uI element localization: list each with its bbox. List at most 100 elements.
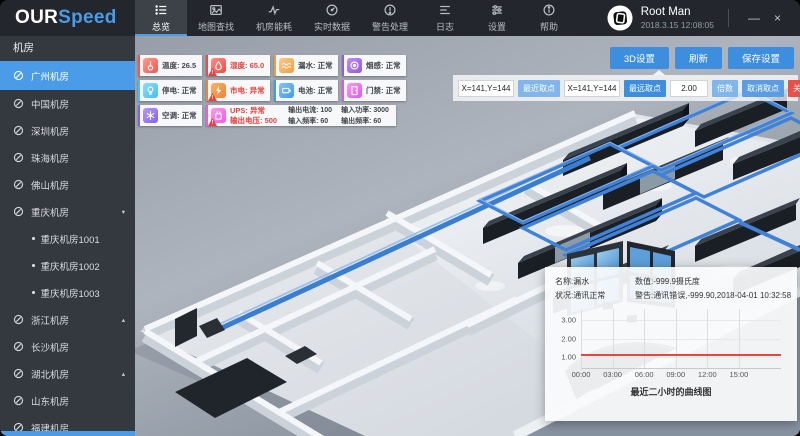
sidebar-item-label: 重庆机房1001 [41,232,100,246]
tab-label: 机房能耗 [256,20,292,33]
chart-y-gridline [581,320,781,321]
minimize-button[interactable]: — [741,7,767,29]
cancel-picking-button[interactable]: 取消取点 [742,80,784,97]
main-nav: 总览 地图查找 机房能耗 实时数据 警告处理 日志 [135,0,575,36]
overview-list-icon [154,3,168,17]
tab-logs[interactable]: 日志 [419,0,471,36]
status-badges: 温度: 26.5 ! 湿度: 65.0 漏水: 正常 烟感: 正常 [138,55,406,130]
close-settings-button[interactable]: 关闭设置 [788,80,800,97]
sidebar-item-room[interactable]: 中国机房 [0,90,135,117]
save-settings-button[interactable]: 保存设置 [728,47,794,69]
nearest-point-button[interactable]: 最近取点 [518,80,560,97]
expand-arrow-icon[interactable]: ▾ [122,208,125,216]
tab-realtime-data[interactable]: 实时数据 [303,0,361,36]
user-avatar-logo [607,5,633,31]
badge-text: 漏水: 正常 [298,60,333,71]
tab-alert-handling[interactable]: 警告处理 [361,0,419,36]
tab-map-search[interactable]: 地图查找 [187,0,245,36]
scale-factor-button[interactable]: 倍数 [712,80,738,97]
bullet-dot-icon [32,264,35,267]
tab-label: 设置 [488,20,506,33]
badge-row-3: 空调: 正常 ! UPS: 异常 输出电压: 500 输出电流: 100 输入频… [138,105,406,126]
collapse-arrow-icon[interactable]: ▴ [122,370,125,378]
sidebar-item-room[interactable]: 珠海机房 [0,144,135,171]
sidebar-item-room[interactable]: 长沙机房 [0,333,135,360]
farthest-point-button[interactable]: 最远取点 [624,80,666,97]
app-logo: OURSpeed [0,0,135,36]
close-button[interactable]: × [767,7,788,29]
sidebar-item-room[interactable]: 深圳机房 [0,117,135,144]
badge-text: 空调: 正常 [162,110,197,121]
sidebar-partial-item-highlight [0,431,135,436]
sidebar-header: 机房 [0,36,135,61]
water-leak-badge: 漏水: 正常 [274,55,338,76]
gauge-icon [325,3,339,17]
view-toolbar: 3D设置 刷新 保存设置 [610,47,794,69]
sidebar-item-label: 深圳机房 [31,124,69,138]
sidebar-subitem-room[interactable]: 重庆机房1002 [0,252,135,279]
chart-x-gridline [739,309,740,368]
tab-help[interactable]: 帮助 [523,0,575,36]
sidebar-item-room-expandable[interactable]: 浙江机房 ▴ [0,306,135,333]
collapse-arrow-icon[interactable]: ▴ [122,316,125,324]
gauge-circle-icon [13,70,24,81]
3d-settings-button[interactable]: 3D设置 [610,47,669,69]
smoke-detector-icon [347,58,362,73]
badge-text: 门禁: 正常 [366,85,401,96]
power-outage-badge: 停电: 正常 [138,80,202,101]
chart-x-gridline [581,309,582,368]
sidebar-item-room-expandable[interactable]: 重庆机房 ▾ [0,198,135,225]
ups-plug-icon: ! [211,108,226,123]
sidebar-subitem-room[interactable]: 重庆机房1003 [0,279,135,306]
badge-text: 停电: 正常 [162,85,197,96]
ups-badge: ! UPS: 异常 输出电压: 500 输出电流: 100 输入频率: 60 输… [206,105,396,126]
energy-wave-icon [267,3,281,17]
scale-factor-input[interactable] [670,80,708,97]
lightning-bolt-icon: ! [211,83,226,98]
sidebar-item-room-expandable[interactable]: 湖北机房 ▴ [0,360,135,387]
sidebar-item-room[interactable]: 广州机房 [0,61,135,90]
refresh-button[interactable]: 刷新 [675,47,722,69]
ups-detail: 输出电流: 100 [288,105,332,115]
user-info: Root Man 2018.3.15 12:08:05 [641,6,714,30]
user-name: Root Man [641,6,714,20]
sidebar-item-room[interactable]: 佛山机房 [0,171,135,198]
sidebar-subitem-room[interactable]: 重庆机房1001 [0,225,135,252]
chart-y-gridline [581,357,781,358]
top-bar: OURSpeed 总览 地图查找 机房能耗 实时数据 警告处理 [0,0,800,36]
air-conditioner-badge: 空调: 正常 [138,105,202,126]
chart-x-gridline [676,309,677,368]
chart-x-tick-label: 00:00 [572,370,591,379]
door-icon [347,83,362,98]
sidebar-item-room[interactable]: 山东机房 [0,387,135,414]
gauge-circle-icon [13,179,24,190]
sidebar-item-label: 珠海机房 [31,151,69,165]
humidity-badge: ! 湿度: 65.0 [206,55,270,76]
user-datetime: 2018.3.15 12:08:05 [641,20,714,30]
sidebar-item-label: 重庆机房1003 [41,286,100,300]
chart-y-gridline [581,339,781,340]
farthest-point-input[interactable] [564,80,620,97]
gauge-circle-icon [13,341,24,352]
chart-x-tick-label: 12:00 [698,370,717,379]
sidebar-item-label: 重庆机房 [31,205,69,219]
badge-text: 温度: 26.5 [162,60,196,71]
app-window: OURSpeed 总览 地图查找 机房能耗 实时数据 警告处理 [0,0,800,436]
topbar-right: Root Man 2018.3.15 12:08:05 — × [607,0,800,36]
sensor-info-header: 名称:漏水 数值:-999.9摄氏度 状况:通讯正常 警告:通讯错误,-999.… [555,276,787,301]
battery-badge: 电池: 正常 [274,80,338,101]
badge-text: 电池: 正常 [298,85,333,96]
bullet-dot-icon [32,291,35,294]
humidity-drop-icon: ! [211,58,226,73]
chart-y-tick-label: 1.00 [561,352,576,361]
sidebar-item-label: 中国机房 [31,97,69,111]
tab-label: 警告处理 [372,20,408,33]
badge-text: 湿度: 65.0 [230,60,264,71]
chart-x-tick-label: 03:00 [603,370,622,379]
bulb-icon [143,83,158,98]
tab-room-energy[interactable]: 机房能耗 [245,0,303,36]
tab-overview[interactable]: 总览 [135,0,187,36]
sidebar: 机房 广州机房 中国机房 深圳机房 珠海机房 佛山机房 重庆机房 ▾ 重庆 [0,36,135,436]
nearest-point-input[interactable] [458,80,514,97]
tab-settings[interactable]: 设置 [471,0,523,36]
